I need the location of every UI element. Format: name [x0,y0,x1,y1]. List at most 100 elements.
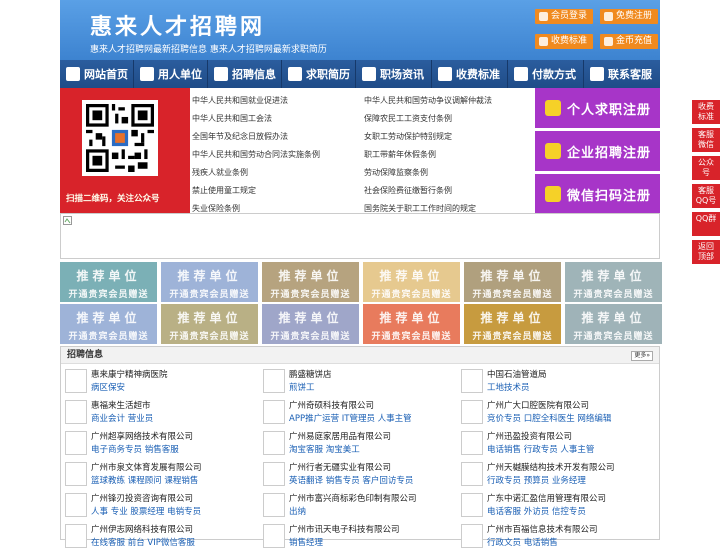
job-positions[interactable]: 工地技术员 [487,381,530,393]
job-item[interactable]: 广州广大口腔医院有限公司 竞价专员 口腔全科医生 网络编辑 [457,398,647,428]
nav-resumes[interactable]: 求职简历 [282,60,356,88]
sidebar-button[interactable]: 客服微信 [692,128,720,152]
job-item[interactable]: 广州天樾膜结构技术开发有限公司 行政专员 预算员 业务经理 [457,460,647,490]
job-positions[interactable]: 英语翻译 销售专员 客户回访专员 [289,474,413,486]
job-item[interactable]: 广东中诺汇盈信用管理有限公司 电话客服 外访员 信控专员 [457,491,647,521]
job-positions[interactable]: 篮球教练 课程顾问 课程销售 [91,474,198,486]
job-item[interactable]: 广州行者无疆实业有限公司 英语翻译 销售专员 客户回访专员 [259,460,449,490]
recharge-button[interactable]: 金币充值 [600,34,659,49]
company-name[interactable]: 广州锋刃投资咨询有限公司 [91,492,193,504]
personal-register-button[interactable]: 个人求职注册 [535,88,660,128]
recommend-tile[interactable]: 推荐单位 开通贵宾会员赠送 [565,262,662,302]
sidebar-button[interactable]: QQ群 [692,212,720,236]
company-name[interactable]: 广州市百福信息技术有限公司 [487,523,598,535]
law-link[interactable]: 女职工劳动保护特别规定 [364,131,452,142]
job-item[interactable]: 广州锋刃投资咨询有限公司 人事 专业 股票经理 电销专员 [61,491,251,521]
law-link[interactable]: 中华人民共和国就业促进法 [192,95,288,106]
company-name[interactable]: 广州市泉文体育发展有限公司 [91,461,202,473]
sidebar-button[interactable]: 返回顶部 [692,240,720,264]
job-positions[interactable]: 电子商务专员 销售客服 [91,443,179,455]
job-item[interactable]: 广州市富兴商标彩色印制有限公司 出纳 [259,491,449,521]
law-link[interactable]: 劳动保障监察条例 [364,167,428,178]
company-name[interactable]: 鹏盛糖饼店 [289,368,332,380]
job-item[interactable]: 惠来康宁精神病医院 病区保安 [61,367,251,397]
job-positions[interactable]: 煎饼工 [289,381,315,393]
company-name[interactable]: 广州伊志网络科技有限公司 [91,523,193,535]
recommend-tile[interactable]: 推荐单位 开通贵宾会员赠送 [363,262,460,302]
company-name[interactable]: 惠来康宁精神病医院 [91,368,168,380]
company-logo[interactable] [263,369,285,393]
company-logo[interactable] [65,462,87,486]
law-link[interactable]: 中华人民共和国劳动合同法实施条例 [192,149,320,160]
company-logo[interactable] [461,493,483,517]
job-item[interactable]: 广州奇硕科技有限公司 APP推广运营 IT管理员 人事主管 [259,398,449,428]
register-button[interactable]: 免费注册 [600,9,659,24]
company-name[interactable]: 广州奇硕科技有限公司 [289,399,374,411]
more-link[interactable]: 更多» [631,351,653,361]
recommend-tile[interactable]: 推荐单位 开通贵宾会员赠送 [464,304,561,344]
job-positions[interactable]: 淘宝客服 淘宝美工 [289,443,360,455]
recommend-tile[interactable]: 推荐单位 开通贵宾会员赠送 [161,304,258,344]
company-logo[interactable] [263,524,285,548]
company-name[interactable]: 广州超享网络技术有限公司 [91,430,193,442]
job-item[interactable]: 广州迅盈投资有限公司 电话销售 行政专员 人事主管 [457,429,647,459]
recommend-tile[interactable]: 推荐单位 开通贵宾会员赠送 [262,262,359,302]
company-name[interactable]: 惠福来生活超市 [91,399,151,411]
job-positions[interactable]: 在线客服 前台 VIP微信客服 [91,536,195,548]
company-logo[interactable] [65,493,87,517]
job-positions[interactable]: APP推广运营 IT管理员 人事主管 [289,412,412,424]
law-link[interactable]: 全国年节及纪念日放假办法 [192,131,288,142]
company-logo[interactable] [461,369,483,393]
recommend-tile[interactable]: 推荐单位 开通贵宾会员赠送 [161,262,258,302]
job-item[interactable]: 广州易庭家居用品有限公司 淘宝客服 淘宝美工 [259,429,449,459]
law-link[interactable]: 残疾人就业条例 [192,167,248,178]
job-positions[interactable]: 销售经理 [289,536,323,548]
recommend-tile[interactable]: 推荐单位 开通贵宾会员赠送 [262,304,359,344]
company-logo[interactable] [461,524,483,548]
company-logo[interactable] [65,524,87,548]
company-logo[interactable] [65,369,87,393]
wechat-register-button[interactable]: 微信扫码注册 [535,174,660,214]
job-item[interactable]: 惠福来生活超市 商业会计 营业员 [61,398,251,428]
company-name[interactable]: 广州广大口腔医院有限公司 [487,399,589,411]
recommend-tile[interactable]: 推荐单位 开通贵宾会员赠送 [363,304,460,344]
site-logo[interactable]: 惠来人才招聘网 [90,9,265,41]
nav-jobs[interactable]: 招聘信息 [208,60,282,88]
sidebar-button[interactable]: 客服QQ号 [692,184,720,208]
law-link[interactable]: 保障农民工工资支付条例 [364,113,452,124]
company-name[interactable]: 广州市富兴商标彩色印制有限公司 [289,492,417,504]
job-item[interactable]: 广州市百福信息技术有限公司 行政文员 电话销售 [457,522,647,552]
nav-service[interactable]: 联系客服 [584,60,660,88]
job-item[interactable]: 广州伊志网络科技有限公司 在线客服 前台 VIP微信客服 [61,522,251,552]
nav-payment[interactable]: 付款方式 [508,60,584,88]
company-logo[interactable] [461,462,483,486]
company-logo[interactable] [65,400,87,424]
pricing-button[interactable]: 收费标准 [535,34,594,49]
company-register-button[interactable]: 企业招聘注册 [535,131,660,171]
law-link[interactable]: 职工带薪年休假条例 [364,149,436,160]
job-positions[interactable]: 电话销售 行政专员 人事主管 [487,443,594,455]
job-positions[interactable]: 竞价专员 口腔全科医生 网络编辑 [487,412,611,424]
job-positions[interactable]: 电话客服 外访员 信控专员 [487,505,586,517]
law-link[interactable]: 中华人民共和国劳动争议调解仲裁法 [364,95,492,106]
company-logo[interactable] [263,462,285,486]
sidebar-button[interactable]: 收费标准 [692,100,720,124]
banner-image[interactable] [60,213,660,259]
nav-home[interactable]: 网站首页 [60,60,134,88]
nav-news[interactable]: 职场资讯 [356,60,432,88]
nav-pricing[interactable]: 收费标准 [432,60,508,88]
company-name[interactable]: 广州行者无疆实业有限公司 [289,461,391,473]
company-logo[interactable] [461,431,483,455]
law-link[interactable]: 中华人民共和国工会法 [192,113,272,124]
job-item[interactable]: 广州市讯天电子科技有限公司 销售经理 [259,522,449,552]
recommend-tile[interactable]: 推荐单位 开通贵宾会员赠送 [565,304,662,344]
job-item[interactable]: 鹏盛糖饼店 煎饼工 [259,367,449,397]
company-logo[interactable] [263,400,285,424]
company-name[interactable]: 广州易庭家居用品有限公司 [289,430,391,442]
job-positions[interactable]: 人事 专业 股票经理 电销专员 [91,505,201,517]
company-name[interactable]: 广东中诺汇盈信用管理有限公司 [487,492,606,504]
nav-employers[interactable]: 用人单位 [134,60,208,88]
company-name[interactable]: 广州市讯天电子科技有限公司 [289,523,400,535]
law-link[interactable]: 禁止使用童工规定 [192,185,256,196]
law-link[interactable]: 社会保险费征缴暂行条例 [364,185,452,196]
